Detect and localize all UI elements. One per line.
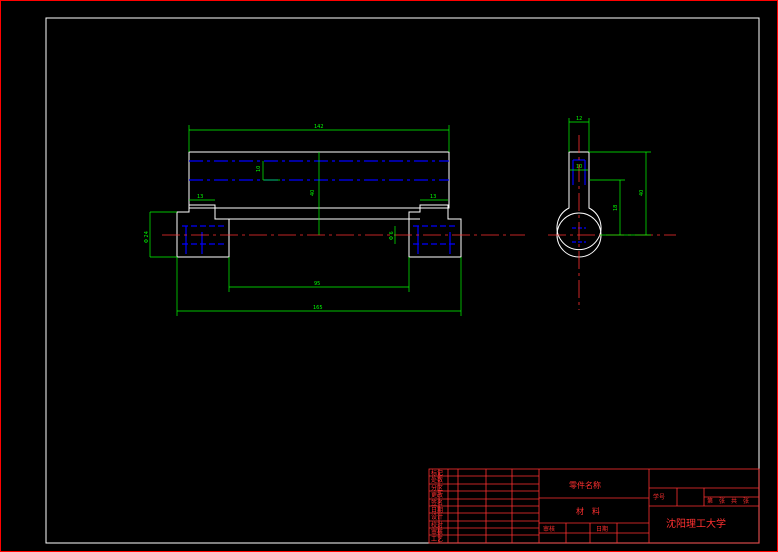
dim-left-dia: Φ 24 bbox=[144, 231, 150, 243]
side-dim-height-b: 40 bbox=[639, 190, 645, 196]
right-block bbox=[408, 204, 462, 258]
tb-row-label: 日期 bbox=[431, 506, 443, 514]
tb-row-label: 更改 bbox=[431, 491, 443, 499]
dim-height-total: 40 bbox=[310, 190, 316, 196]
dim-right-dia: Φ 6 bbox=[389, 231, 395, 240]
tb-row-label: 分区 bbox=[431, 484, 443, 492]
dim-overall-bottom: 165 bbox=[313, 305, 323, 311]
front-view: 142 40 10 13 13 Φ 24 Φ 6 95 165 bbox=[144, 124, 525, 316]
inner-frame bbox=[45, 17, 760, 544]
side-dim-slot: 10 bbox=[576, 164, 582, 170]
tb-school: 沈阳理工大学 bbox=[666, 517, 726, 530]
tb-serial: 学号 bbox=[653, 493, 665, 501]
tb-row-label: 标记 bbox=[431, 469, 443, 477]
dim-left-offset: 13 bbox=[197, 194, 203, 200]
tb-row-label: 签名 bbox=[431, 499, 443, 507]
dim-right-offset: 13 bbox=[430, 194, 436, 200]
tb-review: 审核 bbox=[543, 525, 555, 533]
tb-date: 日期 bbox=[596, 525, 608, 533]
tb-part-name: 零件名称 bbox=[569, 480, 601, 490]
tb-material: 材 料 bbox=[576, 506, 600, 516]
side-dim-height-a: 18 bbox=[613, 205, 619, 211]
dim-inner-span: 95 bbox=[314, 281, 320, 287]
tb-sheet: 第 张 共 张 bbox=[707, 497, 749, 505]
dim-overall-top: 142 bbox=[314, 124, 324, 130]
tb-row-label: 工艺 bbox=[431, 535, 443, 543]
tb-row-label: 校对 bbox=[431, 521, 443, 529]
dim-slot-depth: 10 bbox=[256, 166, 262, 172]
tb-row-label: 处数 bbox=[431, 476, 443, 484]
tb-row-label: 审核 bbox=[431, 528, 443, 536]
side-dim-top-width: 12 bbox=[576, 116, 582, 122]
tb-row-label: 设计 bbox=[431, 513, 443, 521]
cad-drawing: 142 40 10 13 13 Φ 24 Φ 6 95 165 12 10 18… bbox=[0, 0, 778, 552]
side-view: 12 10 18 40 bbox=[548, 116, 676, 310]
left-block bbox=[176, 204, 230, 258]
